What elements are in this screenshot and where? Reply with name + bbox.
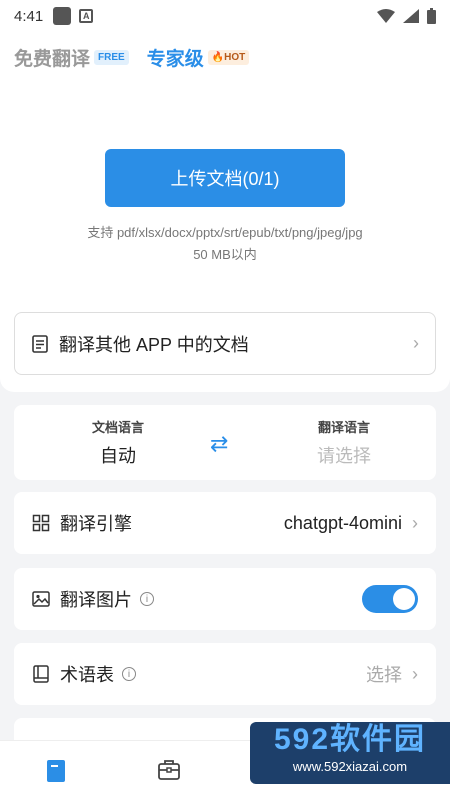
- watermark-title: 592软件园: [273, 723, 427, 756]
- swap-languages-icon[interactable]: ⇄: [210, 431, 228, 457]
- book-icon: [33, 665, 49, 683]
- translate-images-row: 翻译图片 i: [14, 568, 436, 630]
- glossary-row[interactable]: 术语表 i 选择 ›: [14, 643, 436, 705]
- fire-icon: 🔥: [211, 52, 225, 63]
- source-language-value: 自动: [100, 446, 136, 466]
- upload-document-button[interactable]: 上传文档(0/1): [105, 149, 345, 207]
- translation-engine-value: chatgpt-4omini: [283, 512, 402, 533]
- hot-badge: 🔥HOT: [207, 50, 250, 65]
- glossary-value: 选择: [366, 665, 402, 685]
- language-selector: 文档语言 自动 ⇄ 翻译语言 请选择: [14, 405, 436, 480]
- battery-icon: [427, 8, 436, 24]
- toolbox-nav-icon[interactable]: [157, 759, 181, 781]
- translate-images-label: 翻译图片: [60, 590, 132, 610]
- glossary-label: 术语表: [60, 665, 114, 685]
- tab-free-translate[interactable]: 免费翻译: [14, 44, 90, 71]
- supported-formats: 支持 pdf/xlsx/docx/pptx/srt/epub/txt/png/j…: [0, 222, 450, 266]
- translation-engine-row[interactable]: 翻译引擎 chatgpt-4omini ›: [14, 492, 436, 554]
- free-badge: FREE: [94, 50, 129, 65]
- chevron-right-icon: ›: [412, 663, 418, 684]
- toggle-knob: [393, 588, 415, 610]
- translation-engine-label: 翻译引擎: [60, 514, 132, 534]
- target-language[interactable]: 翻译语言 请选择: [274, 417, 414, 468]
- signal-icon: [403, 9, 419, 23]
- image-icon: [32, 591, 50, 607]
- app-notification-icon: [53, 7, 72, 25]
- chevron-right-icon: ›: [412, 512, 418, 533]
- status-icons: [377, 8, 436, 24]
- supported-formats-list: 支持 pdf/xlsx/docx/pptx/srt/epub/txt/png/j…: [87, 225, 363, 240]
- document-icon: [32, 334, 48, 353]
- info-icon[interactable]: i: [122, 667, 136, 681]
- wifi-icon: [377, 9, 395, 23]
- size-limit: 50 MB以内: [193, 247, 257, 262]
- info-icon[interactable]: i: [140, 592, 154, 606]
- translate-other-app-label: 翻译其他 APP 中的文档: [59, 334, 249, 355]
- upload-section: 免费翻译 FREE 专家级 🔥HOT 上传文档(0/1) 支持 pdf/xlsx…: [0, 32, 450, 392]
- translate-images-toggle[interactable]: [362, 585, 418, 613]
- watermark-url: www.592xiazai.com: [292, 759, 408, 774]
- source-language[interactable]: 文档语言 自动: [48, 417, 188, 468]
- target-language-placeholder: 请选择: [317, 446, 371, 466]
- font-notification-icon: A: [79, 9, 94, 23]
- document-nav-icon[interactable]: [45, 759, 67, 783]
- translate-other-app-button[interactable]: 翻译其他 APP 中的文档 ›: [14, 312, 436, 375]
- tab-expert[interactable]: 专家级: [147, 44, 204, 71]
- status-bar: 4:41 A: [0, 0, 450, 32]
- mode-tabs: 免费翻译 FREE 专家级 🔥HOT: [14, 44, 267, 71]
- status-time: 4:41: [14, 7, 44, 25]
- watermark-logo: 592软件园 www.592xiazai.com: [250, 722, 450, 784]
- target-language-caption: 翻译语言: [317, 420, 370, 435]
- source-language-caption: 文档语言: [91, 420, 144, 435]
- grid-icon: [32, 514, 50, 532]
- chevron-right-icon: ›: [413, 333, 419, 353]
